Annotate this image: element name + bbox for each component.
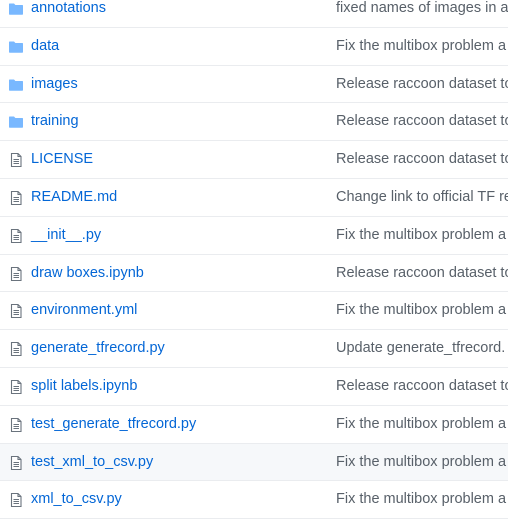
file-row[interactable]: draw boxes.ipynb Release raccoon dataset… xyxy=(0,254,508,293)
commit-message-link[interactable]: Fix the multibox problem a xyxy=(336,444,506,482)
commit-message-link[interactable]: Release raccoon dataset to xyxy=(336,368,508,406)
file-row[interactable]: data Fix the multibox problem a xyxy=(0,27,508,66)
file-row[interactable]: images Release raccoon dataset to xyxy=(0,65,508,104)
commit-message-link[interactable]: Release raccoon dataset to xyxy=(336,103,508,141)
folder-icon xyxy=(8,77,24,93)
file-row[interactable]: test_xml_to_csv.py Fix the multibox prob… xyxy=(0,443,508,482)
file-icon xyxy=(8,303,24,319)
commit-message-link[interactable]: Fix the multibox problem a xyxy=(336,481,506,519)
folder-icon xyxy=(8,1,24,17)
file-name-link[interactable]: __init__.py xyxy=(31,217,101,255)
file-list: annotations fixed names of images in a d… xyxy=(0,0,508,519)
commit-message-link[interactable]: Fix the multibox problem a xyxy=(336,292,506,330)
commit-message-link[interactable]: Change link to official TF re xyxy=(336,179,508,217)
commit-message-link[interactable]: Fix the multibox problem a xyxy=(336,406,506,444)
file-icon xyxy=(8,379,24,395)
file-row[interactable]: split labels.ipynb Release raccoon datas… xyxy=(0,367,508,406)
file-name-link[interactable]: test_generate_tfrecord.py xyxy=(31,406,196,444)
file-name-link[interactable]: annotations xyxy=(31,0,106,28)
file-name-link[interactable]: generate_tfrecord.py xyxy=(31,330,165,368)
file-icon xyxy=(8,266,24,282)
file-row[interactable]: LICENSE Release raccoon dataset to xyxy=(0,141,508,179)
folder-icon xyxy=(8,39,24,55)
folder-icon xyxy=(8,114,24,130)
commit-message-link[interactable]: fixed names of images in a xyxy=(336,0,508,28)
file-row[interactable]: test_generate_tfrecord.py Fix the multib… xyxy=(0,405,508,444)
file-row[interactable]: annotations fixed names of images in a xyxy=(0,0,508,28)
file-row[interactable]: xml_to_csv.py Fix the multibox problem a xyxy=(0,481,508,519)
commit-message-link[interactable]: Fix the multibox problem a xyxy=(336,217,506,255)
commit-message-link[interactable]: Release raccoon dataset to xyxy=(336,255,508,293)
file-icon xyxy=(8,341,24,357)
file-name-link[interactable]: LICENSE xyxy=(31,141,93,179)
file-icon xyxy=(8,455,24,471)
commit-message-link[interactable]: Fix the multibox problem a xyxy=(336,28,506,66)
file-row[interactable]: README.md Change link to official TF re xyxy=(0,178,508,217)
file-row[interactable]: environment.yml Fix the multibox problem… xyxy=(0,292,508,331)
file-icon xyxy=(8,152,24,168)
file-row[interactable]: training Release raccoon dataset to xyxy=(0,103,508,142)
file-name-link[interactable]: draw boxes.ipynb xyxy=(31,255,144,293)
file-row[interactable]: generate_tfrecord.py Update generate_tfr… xyxy=(0,330,508,368)
file-name-link[interactable]: training xyxy=(31,103,79,141)
file-row[interactable]: __init__.py Fix the multibox problem a xyxy=(0,216,508,255)
file-name-link[interactable]: split labels.ipynb xyxy=(31,368,137,406)
commit-message-link[interactable]: Release raccoon dataset to xyxy=(336,141,508,179)
file-icon xyxy=(8,190,24,206)
commit-message-link[interactable]: Release raccoon dataset to xyxy=(336,66,508,104)
file-icon xyxy=(8,492,24,508)
file-name-link[interactable]: README.md xyxy=(31,179,117,217)
file-icon xyxy=(8,228,24,244)
file-name-link[interactable]: xml_to_csv.py xyxy=(31,481,122,519)
file-name-link[interactable]: images xyxy=(31,66,78,104)
commit-message-link[interactable]: Update generate_tfrecord. xyxy=(336,330,505,368)
file-name-link[interactable]: data xyxy=(31,28,59,66)
file-name-link[interactable]: test_xml_to_csv.py xyxy=(31,444,153,482)
file-icon xyxy=(8,417,24,433)
file-name-link[interactable]: environment.yml xyxy=(31,292,137,330)
